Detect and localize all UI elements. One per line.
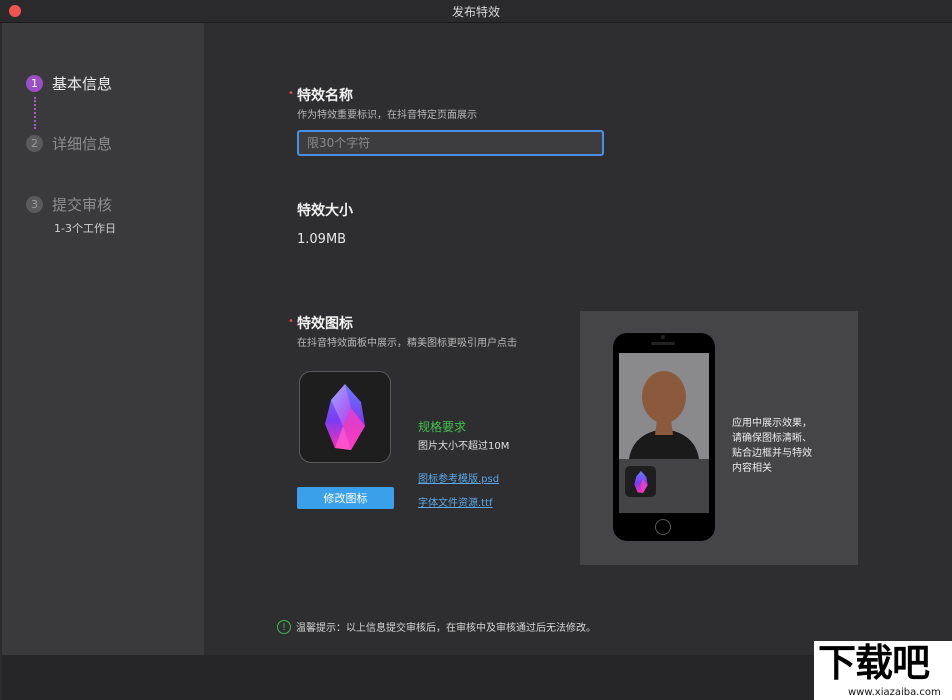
effect-icon-title: 特效图标 (297, 316, 353, 332)
step-detail-info[interactable]: 2 详细信息 (26, 133, 112, 154)
watermark-text: 下载吧 (818, 641, 930, 685)
required-mark: • (288, 88, 294, 99)
watermark-logo: 下载吧 www.xiazaiba.com (814, 641, 952, 700)
tip-text: 温馨提示：以上信息提交审核后，在审核中及审核通过后无法修改。 (296, 623, 596, 634)
steps-sidebar (2, 23, 204, 655)
watermark-url: www.xiazaiba.com (848, 687, 941, 698)
footer-bar (2, 655, 952, 700)
mini-effect-icon (625, 466, 656, 497)
preview-line: 贴合边框并与特效 (732, 448, 812, 459)
effect-icon-preview[interactable] (299, 371, 391, 463)
window-title: 发布特效 (451, 5, 500, 19)
icon-template-psd-link[interactable]: 图标参考模版.psd (418, 470, 499, 485)
step-number: 3 (26, 196, 43, 213)
effect-name-input[interactable] (297, 130, 604, 156)
preview-description: 应用中展示效果， 请确保图标清晰、 贴合边框并与特效 内容相关 (732, 416, 842, 476)
step-label: 详细信息 (52, 135, 113, 153)
preview-line: 请确保图标清晰、 (732, 433, 812, 444)
step-number: 1 (26, 75, 43, 92)
preview-line: 内容相关 (732, 463, 772, 474)
spec-title: 规格要求 (418, 420, 467, 434)
crystal-gem-icon (325, 384, 365, 450)
font-resource-ttf-link[interactable]: 字体文件资源.ttf (418, 494, 493, 509)
step-label: 基本信息 (52, 75, 113, 93)
step-connector (34, 97, 38, 129)
effect-size-value: 1.09MB (297, 232, 347, 247)
effect-name-title: 特效名称 (297, 88, 353, 104)
crystal-gem-icon (633, 470, 648, 493)
required-mark: • (288, 316, 294, 327)
step-submit-review[interactable]: 3 提交审核 (26, 194, 112, 215)
warm-tip: ! 温馨提示：以上信息提交审核后，在审核中及审核通过后无法修改。 (277, 619, 596, 634)
person-avatar-icon (629, 371, 699, 459)
effect-icon-subtitle: 在抖音特效面板中展示，精美图标更吸引用户点击 (297, 338, 517, 349)
front-camera (661, 335, 665, 339)
person-silhouette (619, 353, 709, 459)
step-label: 提交审核 (52, 196, 113, 214)
phone-speaker (651, 342, 675, 345)
effect-name-subtitle: 作为特效重要标识，在抖音特定页面展示 (297, 110, 477, 121)
edit-icon-button[interactable]: 修改图标 (297, 487, 394, 509)
phone-mockup (613, 333, 715, 541)
spec-size-limit: 图片大小不超过10M (418, 441, 510, 452)
window: 发布特效 1 基本信息 2 详细信息 3 提交审核 1-3个工作日 • 特效名称… (0, 0, 952, 700)
step-review-duration: 1-3个工作日 (54, 222, 116, 235)
effect-size-title: 特效大小 (297, 203, 353, 219)
step-number: 2 (26, 135, 43, 152)
step-basic-info[interactable]: 1 基本信息 (26, 73, 112, 94)
exclamation-circle-icon: ! (277, 619, 291, 634)
app-preview-panel: 应用中展示效果， 请确保图标清晰、 贴合边框并与特效 内容相关 (580, 311, 858, 565)
title-bar: 发布特效 (0, 0, 952, 23)
phone-screen (619, 353, 709, 513)
preview-line: 应用中展示效果， (732, 418, 812, 429)
home-button (655, 519, 671, 535)
